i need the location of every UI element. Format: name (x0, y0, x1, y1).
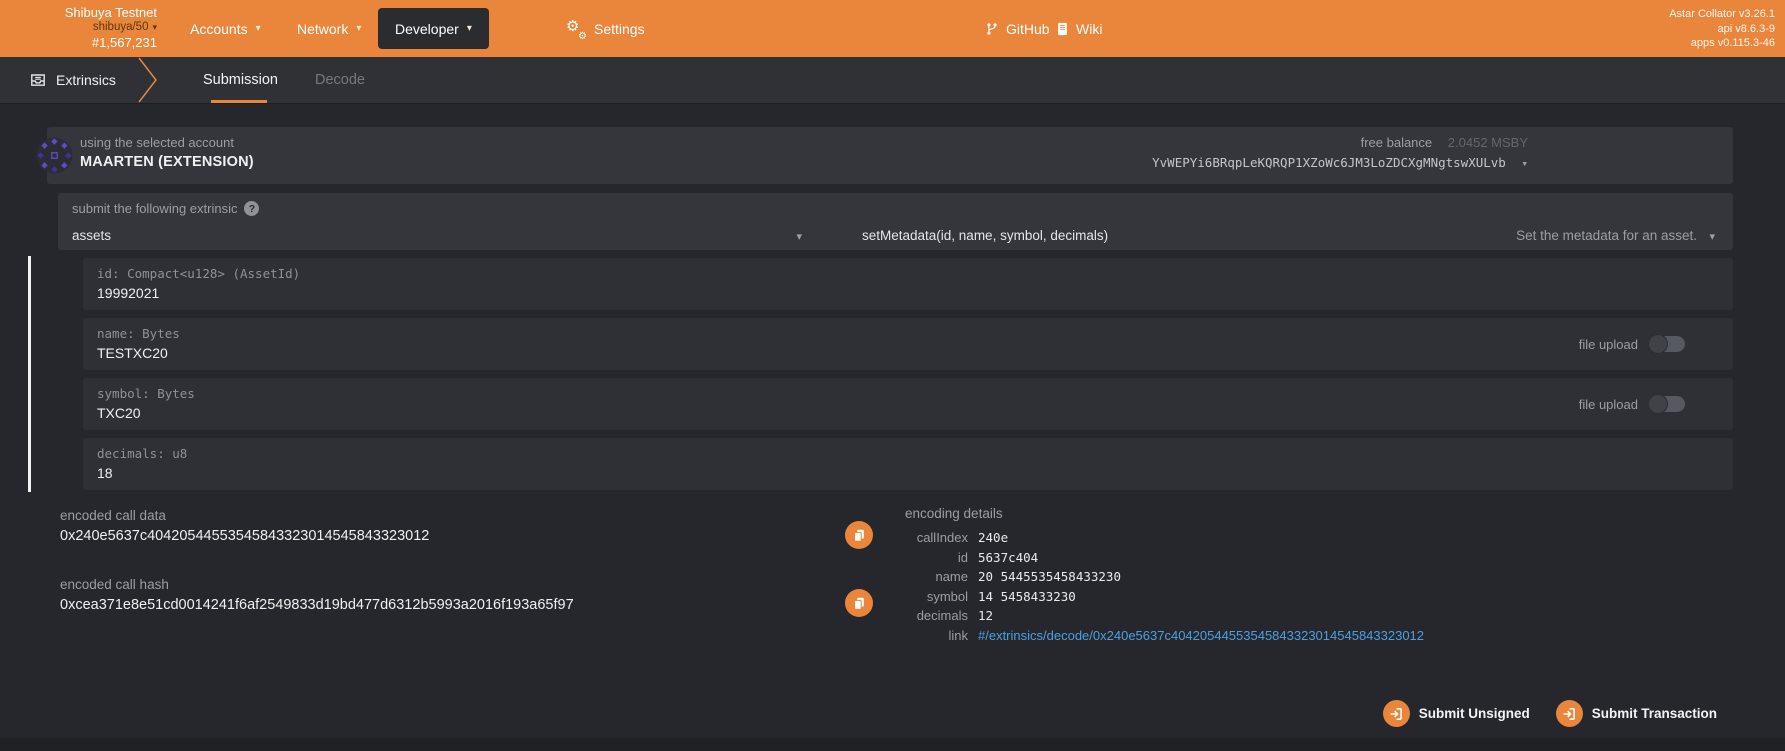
pallet-select[interactable]: assets ▾ (72, 228, 812, 243)
sign-in-icon (1556, 700, 1583, 727)
top-header: Shibuya Testnet shibuya/50▾ #1,567,231 A… (0, 0, 1785, 57)
extrinsic-card: submit the following extrinsic ? assets … (58, 193, 1733, 250)
section-title: Extrinsics (56, 72, 116, 88)
tab-submission[interactable]: Submission (203, 72, 278, 88)
account-select-label: using the selected account (80, 135, 254, 150)
tab-decode[interactable]: Decode (315, 72, 365, 88)
submit-actions: Submit Unsigned Submit Transaction (1383, 700, 1717, 727)
chevron-down-icon: ▾ (356, 23, 361, 34)
account-name: MAARTEN (EXTENSION) (80, 154, 254, 170)
param-input-name[interactable]: TESTXC20 (97, 345, 168, 361)
detail-row: name 20 5445535458433230 (905, 569, 1424, 589)
chevron-down-icon: ▾ (256, 23, 261, 34)
account-address: YvWEPYi6BRqpLeKQRQP1XZoWc6JM3LoZDCXgMNgt… (1152, 155, 1506, 170)
encoded-call-hash-value: 0xcea371e8e51cd0014241f6af2549833d19bd47… (60, 597, 574, 613)
account-select[interactable]: using the selected account MAARTEN (EXTE… (47, 127, 1733, 184)
chain-name: Shibuya Testnet (0, 5, 157, 20)
apps-version: apps v0.115.3-46 (1669, 36, 1775, 51)
copy-icon (852, 528, 866, 543)
account-identicon (35, 136, 74, 175)
encoded-call-data-label: encoded call data (60, 508, 166, 523)
file-upload-label: file upload (1579, 397, 1638, 412)
file-upload-label: file upload (1579, 337, 1638, 352)
method-select[interactable]: setMetadata(id, name, symbol, decimals) … (862, 228, 1715, 243)
encoding-details: callIndex 240e id 5637c404 name 20 54455… (905, 530, 1424, 647)
extrinsic-section-label: submit the following extrinsic (72, 201, 237, 216)
detail-row: symbol 14 5458433230 (905, 589, 1424, 609)
decode-link[interactable]: #/extrinsics/decode/0x240e5637c404205445… (978, 628, 1424, 643)
detail-row: decimals 12 (905, 608, 1424, 628)
copy-icon (852, 596, 866, 611)
git-branch-icon (985, 22, 999, 36)
method-description: Set the metadata for an asset. (1516, 228, 1697, 243)
param-field-name[interactable]: name: Bytes TESTXC20 file upload (83, 318, 1733, 370)
toggle-knob (1649, 335, 1667, 353)
param-label: id: Compact<u128> (AssetId) (97, 266, 300, 281)
pallet-selected: assets (72, 228, 111, 243)
detail-row-link: link #/extrinsics/decode/0x240e5637c4042… (905, 628, 1424, 648)
param-input-decimals[interactable]: 18 (97, 465, 113, 481)
extrinsics-page: Shibuya Testnet shibuya/50▾ #1,567,231 A… (0, 0, 1785, 751)
file-upload-toggle[interactable] (1648, 396, 1685, 412)
param-label: decimals: u8 (97, 446, 187, 461)
extrinsics-icon (30, 72, 46, 88)
submit-transaction-button[interactable]: Submit Transaction (1556, 700, 1717, 727)
param-field-symbol[interactable]: symbol: Bytes TXC20 file upload (83, 378, 1733, 430)
file-upload-toggle[interactable] (1648, 336, 1685, 352)
active-tab-indicator (211, 100, 267, 103)
method-selected: setMetadata(id, name, symbol, decimals) (862, 228, 1108, 243)
param-field-decimals[interactable]: decimals: u8 18 (83, 438, 1733, 490)
help-icon[interactable]: ? (244, 201, 259, 216)
version-info: Astar Collator v3.26.1 api v8.6.3-9 apps… (1669, 7, 1775, 51)
param-label: symbol: Bytes (97, 386, 195, 401)
toggle-knob (1649, 395, 1667, 413)
copy-call-data-button[interactable] (845, 521, 873, 549)
encoded-call-data-value: 0x240e5637c40420544553545843323014545843… (60, 528, 429, 544)
chevron-down-icon: ▾ (467, 23, 472, 34)
nav-accounts[interactable]: Accounts ▾ (190, 0, 261, 57)
copy-call-hash-button[interactable] (845, 589, 873, 617)
footer-strip (0, 738, 1785, 751)
param-label: name: Bytes (97, 326, 180, 341)
params-left-bar (28, 256, 31, 492)
wiki-link[interactable]: Wiki (1056, 0, 1102, 57)
param-input-symbol[interactable]: TXC20 (97, 405, 141, 421)
param-field-id[interactable]: id: Compact<u128> (AssetId) 19992021 (83, 258, 1733, 310)
nav-network[interactable]: Network ▾ (297, 0, 361, 57)
encoded-call-hash-label: encoded call hash (60, 577, 169, 592)
node-version: Astar Collator v3.26.1 (1669, 7, 1775, 22)
nav-developer[interactable]: Developer ▾ (378, 8, 489, 49)
free-balance-value: 2.0452 MSBY (1448, 135, 1528, 150)
block-number: #1,567,231 (0, 35, 157, 50)
submit-unsigned-button[interactable]: Submit Unsigned (1383, 700, 1530, 727)
github-link[interactable]: GitHub (985, 0, 1050, 57)
nav-settings[interactable]: ⚙⚙ Settings (566, 0, 645, 57)
encoding-details-title: encoding details (905, 506, 1003, 521)
chevron-down-icon: ▾ (1709, 230, 1715, 243)
detail-row: callIndex 240e (905, 530, 1424, 550)
breadcrumb-chevron (136, 57, 160, 103)
free-balance-label: free balance (1361, 135, 1433, 150)
detail-row: id 5637c404 (905, 550, 1424, 570)
gear-icon: ⚙⚙ (566, 19, 586, 39)
api-version: api v8.6.3-9 (1669, 22, 1775, 37)
tab-bar: Extrinsics Submission Decode (0, 57, 1785, 104)
chevron-down-icon[interactable]: ▾ (1521, 157, 1528, 170)
book-icon (1056, 22, 1069, 36)
chain-spec[interactable]: shibuya/50▾ (0, 20, 157, 35)
network-selector[interactable]: Shibuya Testnet shibuya/50▾ #1,567,231 (0, 5, 157, 50)
sign-in-icon (1383, 700, 1410, 727)
chevron-down-icon: ▾ (796, 230, 802, 243)
chevron-down-icon: ▾ (152, 22, 157, 32)
param-input-id[interactable]: 19992021 (97, 285, 159, 301)
